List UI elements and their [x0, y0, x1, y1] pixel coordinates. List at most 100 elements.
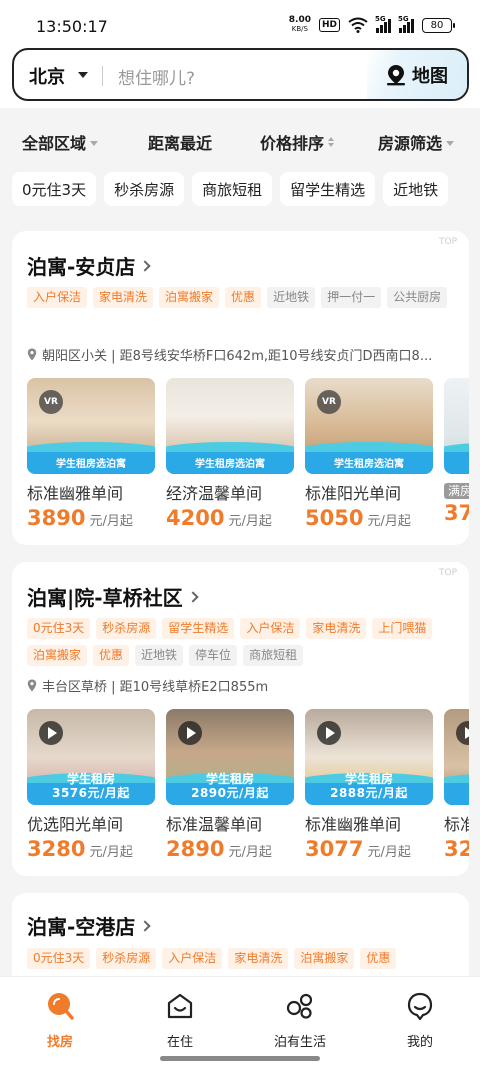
room-name: 标准幽雅单间	[27, 484, 124, 503]
location-pin-icon	[27, 679, 37, 692]
tag-list: 0元住3天 秒杀房源 入户保洁 家电清洗 泊寓搬家 优惠	[27, 948, 467, 969]
room-photo[interactable]: VR 学生租房选泊寓	[27, 378, 155, 474]
filter-screen-label: 房源筛选	[378, 134, 443, 153]
room-photo[interactable]	[444, 378, 469, 474]
location-pin-icon	[387, 64, 405, 85]
tag: 优惠	[225, 287, 262, 308]
battery-icon: 80	[422, 17, 455, 33]
room-card[interactable]: 满房 370	[444, 378, 469, 530]
play-icon[interactable]	[456, 721, 469, 745]
tag: 泊寓搬家	[294, 948, 355, 969]
network-speed: 8.00 KB/S	[289, 16, 311, 34]
map-label: 地图	[412, 65, 448, 87]
tag: 泊寓搬家	[159, 287, 220, 308]
status-icons: 8.00 KB/S HD 5G 5G 80	[289, 15, 455, 34]
chip-international-students[interactable]: 留学生精选	[280, 172, 376, 206]
room-price: 4200 元/月起	[166, 506, 294, 530]
room-price: 2890 元/月起	[166, 837, 294, 861]
signal-icon-2: 5G	[398, 15, 414, 33]
room-price: 3890 元/月起	[27, 506, 155, 530]
filter-price[interactable]: 价格排序	[260, 130, 335, 154]
search-input[interactable]: 想住哪儿?	[118, 64, 195, 89]
face-icon	[407, 992, 433, 1021]
header: 北京 想住哪儿? 地图	[0, 42, 480, 108]
room-name: 满房	[444, 480, 469, 499]
room-photo[interactable]: VR 学生租房选泊寓	[305, 378, 433, 474]
apartment-card[interactable]: TOP 泊寓|院-草桥社区 0元住3天 秒杀房源 留学生精选 入户保洁 家电清洗…	[12, 562, 469, 876]
apartment-card[interactable]: TOP 泊寓-安贞店 入户保洁 家电清洗 泊寓搬家 优惠 近地铁 押一付一 公共…	[12, 231, 469, 545]
location-line: 丰台区草桥 | 距10号线草桥E2口855m	[27, 676, 447, 695]
price-value: 32	[444, 837, 469, 861]
map-button[interactable]: 地图	[367, 50, 467, 99]
room-card[interactable]: 学生租房 3576元/月起 优选阳光单间 3280 元/月起	[27, 709, 155, 861]
filter-distance[interactable]: 距离最近	[148, 130, 212, 154]
tag: 入户保洁	[27, 287, 88, 308]
vr-badge: VR	[39, 390, 63, 414]
room-card[interactable]: 学生租房 2888元/月起 标准幽雅单间 3077 元/月起	[305, 709, 433, 861]
room-banner: 学生租房选泊寓	[56, 459, 126, 470]
price-unit: 元/月起	[89, 845, 133, 860]
price-value: 2890	[166, 837, 225, 861]
nav-me[interactable]: 我的	[380, 991, 460, 1050]
tag: 秒杀房源	[96, 618, 157, 639]
room-banner: 2	[444, 787, 469, 801]
room-card[interactable]: VR 学生租房选泊寓 标准幽雅单间 3890 元/月起	[27, 378, 155, 530]
tag: 入户保洁	[162, 948, 223, 969]
play-icon[interactable]	[39, 721, 63, 745]
apartment-name: 泊寓-安贞店	[27, 255, 136, 279]
tag: 商旅短租	[243, 645, 304, 666]
tag: 秒杀房源	[96, 948, 157, 969]
top-label: TOP	[438, 237, 457, 247]
apartment-title[interactable]: 泊寓-安贞店	[27, 251, 151, 280]
price-value: 5050	[305, 506, 364, 530]
tag: 0元住3天	[27, 618, 91, 639]
price-unit: 元/月起	[228, 845, 272, 860]
location-text: 朝阳区小关 | 距8号线安华桥F口642m,距10号线安贞门D西南口8...	[42, 349, 433, 364]
tag: 家电清洗	[228, 948, 289, 969]
tag: 0元住3天	[27, 948, 91, 969]
chip-business-rental[interactable]: 商旅短租	[192, 172, 273, 206]
price-value: 370	[444, 501, 469, 525]
room-name: 标准幽雅单间	[305, 815, 402, 834]
house-smile-icon	[167, 993, 193, 1019]
room-photo[interactable]: 学生租房选泊寓	[166, 378, 294, 474]
play-icon[interactable]	[317, 721, 341, 745]
room-name: 标准	[444, 815, 469, 834]
wifi-icon	[348, 17, 368, 33]
filter-screen[interactable]: 房源筛选	[378, 130, 455, 154]
price-value: 3280	[27, 837, 86, 861]
nav-life[interactable]: 泊有生活	[260, 991, 340, 1050]
room-card[interactable]: 学生租房选泊寓 经济温馨单间 4200 元/月起	[166, 378, 294, 530]
home-indicator[interactable]	[160, 1056, 320, 1061]
room-photo[interactable]: 学生租房 2888元/月起	[305, 709, 433, 805]
city-selector[interactable]: 北京	[29, 63, 65, 89]
nav-find-house[interactable]: 找房	[20, 991, 100, 1050]
room-photo[interactable]: 学生租房 3576元/月起	[27, 709, 155, 805]
clock: 13:50:17	[36, 17, 108, 36]
room-photo[interactable]: 学生租房 2890元/月起	[166, 709, 294, 805]
search-bar[interactable]: 北京 想住哪儿? 地图	[12, 48, 469, 101]
price-unit: 元/月起	[367, 514, 411, 529]
apartment-title[interactable]: 泊寓|院-草桥社区	[27, 582, 199, 611]
chevron-down-icon[interactable]	[78, 72, 88, 78]
apartment-name: 泊寓|院-草桥社区	[27, 586, 183, 610]
top-label: TOP	[438, 568, 457, 578]
filter-distance-label: 距离最近	[148, 134, 213, 153]
chip-near-subway[interactable]: 近地铁	[383, 172, 449, 206]
location-text: 丰台区草桥 | 距10号线草桥E2口855m	[42, 680, 269, 695]
room-photo[interactable]: 2	[444, 709, 469, 805]
chip-flash-sale[interactable]: 秒杀房源	[104, 172, 185, 206]
room-price: 5050 元/月起	[305, 506, 433, 530]
play-icon[interactable]	[178, 721, 202, 745]
chip-free-3-days[interactable]: 0元住3天	[12, 172, 97, 206]
sort-icon	[328, 137, 335, 147]
tag: 公共厨房	[387, 287, 448, 308]
room-card[interactable]: 学生租房 2890元/月起 标准温馨单间 2890 元/月起	[166, 709, 294, 861]
nav-living[interactable]: 在住	[140, 991, 220, 1050]
tag: 近地铁	[267, 287, 316, 308]
room-card[interactable]: VR 学生租房选泊寓 标准阳光单间 5050 元/月起	[305, 378, 433, 530]
room-card[interactable]: 2 标准 32	[444, 709, 469, 861]
chevron-right-icon	[139, 919, 151, 932]
filter-area[interactable]: 全部区域	[22, 130, 99, 154]
apartment-title[interactable]: 泊寓-空港店	[27, 911, 151, 940]
